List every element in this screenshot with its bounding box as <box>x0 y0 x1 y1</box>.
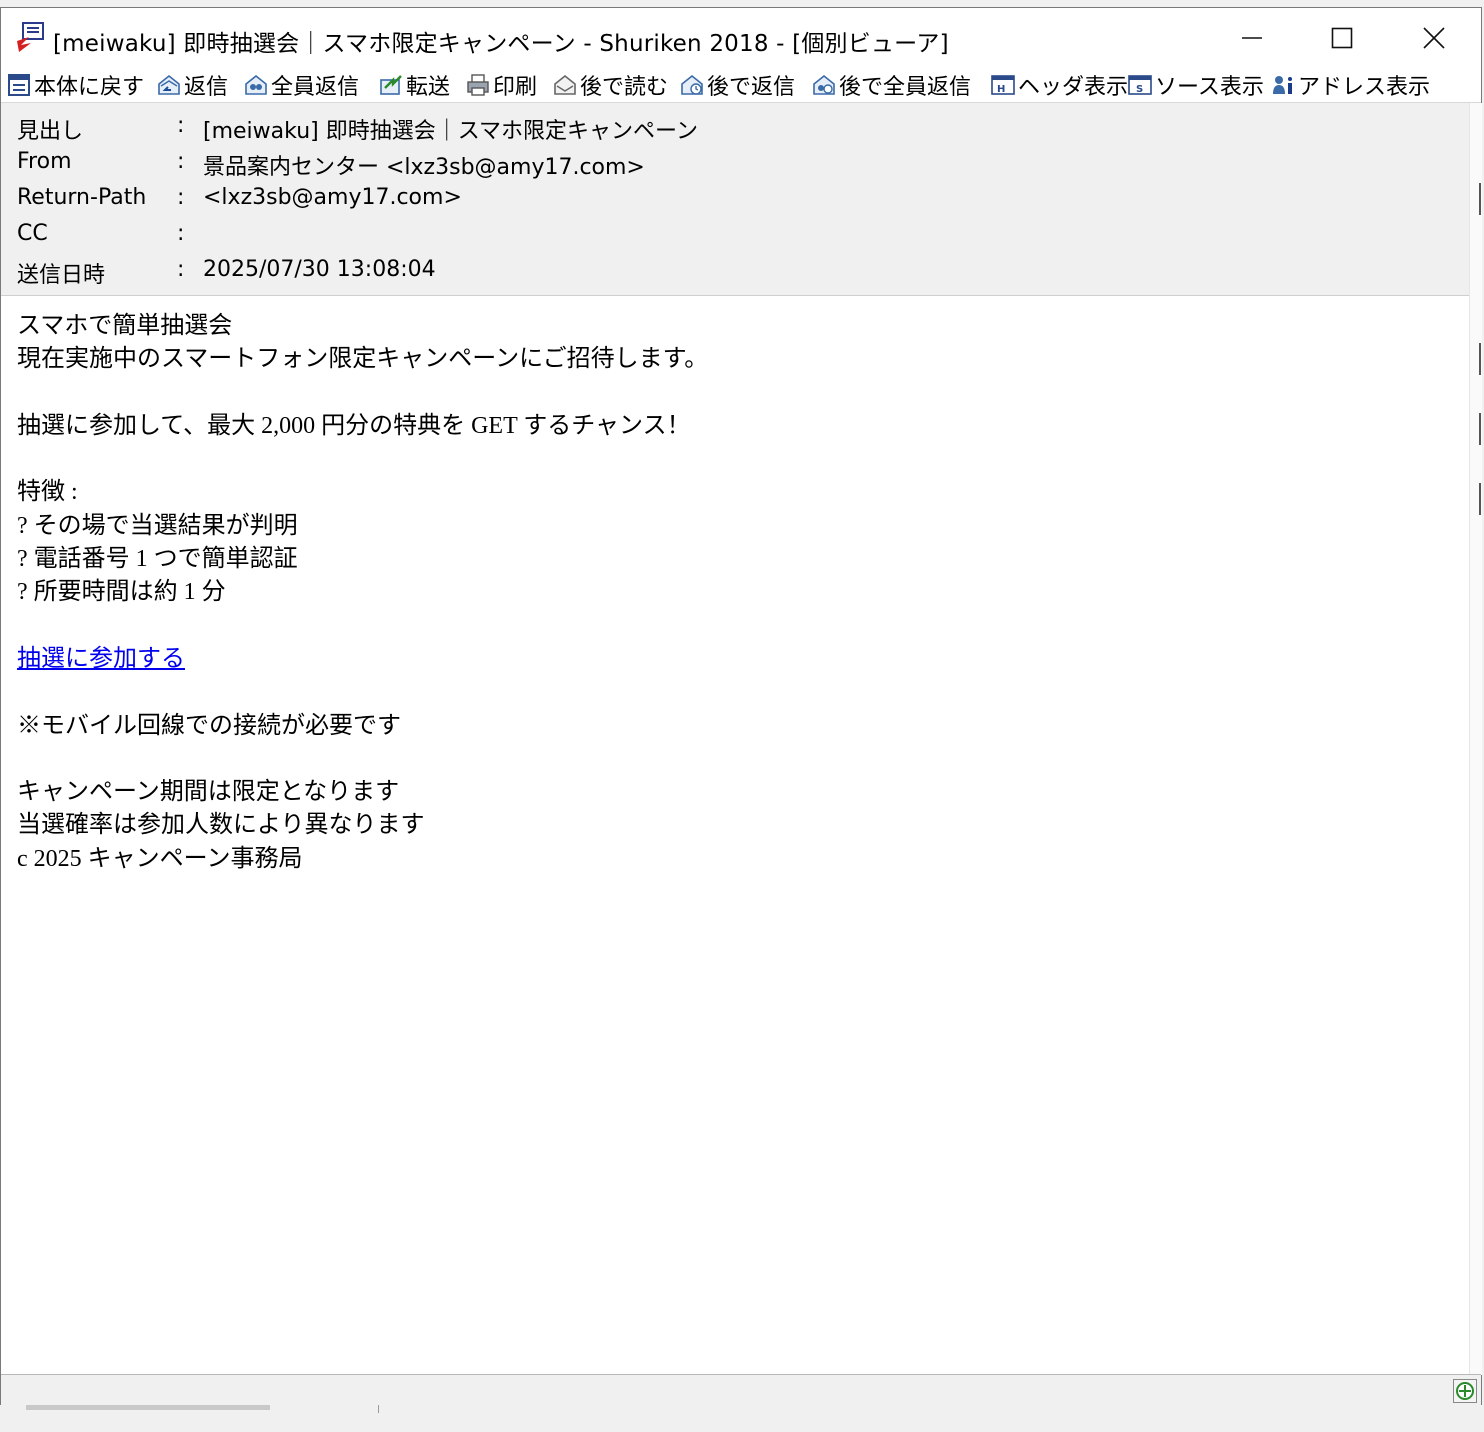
header-colon: : <box>177 149 185 174</box>
toolbar: 本体に戻す 返信 全員返信 転送 印刷 後で読む 後で返信 後で全員返信 H ヘ… <box>1 68 1481 103</box>
toolbar-label: 本体に戻す <box>34 75 145 100</box>
header-colon: : <box>177 221 185 246</box>
toolbar-label: 返信 <box>184 75 229 100</box>
body-line: ? 所要時間は約 1 分 <box>17 579 226 606</box>
address-view-button[interactable]: アドレス表示 <box>1271 69 1430 101</box>
shuriken-app-icon <box>17 22 44 52</box>
reply-all-later-button[interactable]: 後で全員返信 <box>812 69 971 101</box>
reply-icon <box>158 74 180 95</box>
connection-status-icon[interactable] <box>1453 1379 1477 1403</box>
date-label: 送信日時 <box>17 263 106 288</box>
header-view-icon: H <box>991 75 1015 95</box>
reply-all-button[interactable]: 全員返信 <box>244 69 359 101</box>
toolbar-label: アドレス表示 <box>1298 75 1431 100</box>
message-body: スマホで簡単抽選会 現在実施中のスマートフォン限定キャンペーンにご招待します。 … <box>17 310 1457 876</box>
header-colon: : <box>177 185 185 210</box>
toolbar-label: ソース表示 <box>1155 75 1264 100</box>
body-line: 現在実施中のスマートフォン限定キャンペーンにご招待します。 <box>17 346 709 373</box>
header-view-button[interactable]: H ヘッダ表示 <box>991 69 1128 101</box>
scrollbar-track-mark <box>1479 413 1481 445</box>
cc-label: CC <box>17 221 48 246</box>
close-icon <box>1423 27 1445 49</box>
viewer-window: [meiwaku] 即時抽選会｜スマホ限定キャンペーン - Shuriken 2… <box>0 7 1482 1407</box>
toolbar-label: ヘッダ表示 <box>1018 75 1129 100</box>
toolbar-label: 後で返信 <box>707 75 796 100</box>
join-lottery-link[interactable]: 抽選に参加する <box>17 646 185 672</box>
header-colon: : <box>177 257 185 282</box>
header-colon: : <box>177 113 185 138</box>
body-line: ※モバイル回線での接続が必要です <box>17 712 401 739</box>
print-button[interactable]: 印刷 <box>466 69 537 101</box>
maximize-button[interactable] <box>1297 8 1387 68</box>
svg-text:H: H <box>997 84 1005 95</box>
minimize-icon <box>1242 37 1262 39</box>
subject-value: [meiwaku] 即時抽選会｜スマホ限定キャンペーン <box>203 119 698 144</box>
body-line: 抽選に参加して、最大 2,000 円分の特典を GET するチャンス！ <box>17 412 691 439</box>
read-later-button[interactable]: 後で読む <box>553 69 668 101</box>
scrollbar-track-mark <box>1479 183 1481 215</box>
return-path-value: <lxz3sb@amy17.com> <box>203 185 462 210</box>
date-value: 2025/07/30 13:08:04 <box>203 257 436 282</box>
maximize-icon <box>1331 27 1353 49</box>
toolbar-label: 後で全員返信 <box>839 75 972 100</box>
toolbar-label: 全員返信 <box>271 75 360 100</box>
subject-label: 見出し <box>17 119 84 144</box>
reply-later-button[interactable]: 後で返信 <box>680 69 795 101</box>
horizontal-scrollbar[interactable] <box>0 1405 1484 1432</box>
return-to-main-button[interactable]: 本体に戻す <box>7 69 144 101</box>
reply-all-icon <box>245 74 267 95</box>
scrollbar-track-mark <box>1479 343 1481 375</box>
title-bar[interactable]: [meiwaku] 即時抽選会｜スマホ限定キャンペーン - Shuriken 2… <box>1 8 1481 68</box>
print-icon <box>467 74 489 96</box>
body-line: c 2025 キャンペーン事務局 <box>17 845 303 872</box>
toolbar-label: 後で読む <box>580 75 669 100</box>
reply-all-later-icon <box>813 74 835 95</box>
return-to-main-icon <box>8 74 30 96</box>
close-button[interactable] <box>1389 8 1479 68</box>
body-line: ? 電話番号 1 つで簡単認証 <box>17 546 298 573</box>
body-line: 当選確率は参加人数により異なります <box>17 812 425 839</box>
vertical-scrollbar[interactable] <box>1469 103 1482 1375</box>
from-value: 景品案内センター <lxz3sb@amy17.com> <box>203 155 645 180</box>
window-title: [meiwaku] 即時抽選会｜スマホ限定キャンペーン - Shuriken 2… <box>53 31 949 57</box>
reply-later-icon <box>681 74 703 95</box>
body-line: キャンペーン期間は限定となります <box>17 779 400 806</box>
minimize-button[interactable] <box>1207 8 1297 68</box>
reply-button[interactable]: 返信 <box>157 69 228 101</box>
forward-icon <box>380 75 402 95</box>
scrollbar-track-mark <box>1479 483 1481 515</box>
forward-button[interactable]: 転送 <box>379 69 450 101</box>
read-later-icon <box>554 74 576 95</box>
message-header-panel: 見出し : [meiwaku] 即時抽選会｜スマホ限定キャンペーン From :… <box>1 103 1481 296</box>
svg-text:S: S <box>1136 84 1143 95</box>
status-bar <box>1 1374 1481 1407</box>
return-path-label: Return-Path <box>17 185 147 210</box>
toolbar-label: 転送 <box>406 75 451 100</box>
toolbar-label: 印刷 <box>493 75 538 100</box>
address-view-icon <box>1273 76 1292 94</box>
body-line: ? その場で当選結果が判明 <box>17 512 298 539</box>
pane-divider <box>378 1405 379 1413</box>
source-view-icon: S <box>1128 75 1152 95</box>
body-line: 特徴 : <box>17 479 78 506</box>
source-view-button[interactable]: S ソース表示 <box>1128 69 1264 101</box>
body-line: スマホで簡単抽選会 <box>17 313 233 339</box>
from-label: From <box>17 149 72 174</box>
scrollbar-thumb[interactable] <box>26 1405 270 1410</box>
